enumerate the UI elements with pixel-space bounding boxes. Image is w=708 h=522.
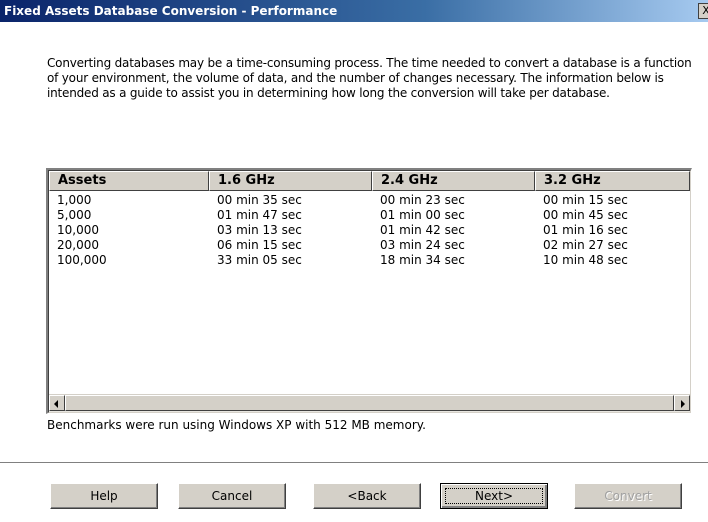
dialog-body: Converting databases may be a time-consu… <box>0 22 708 522</box>
performance-table: Assets 1.6 GHz 2.4 GHz 3.2 GHz 1,000 00 … <box>46 168 692 414</box>
intro-text: Converting databases may be a time-consu… <box>47 56 692 100</box>
cell-assets: 5,000 <box>57 208 92 222</box>
cell-1-6-ghz: 00 min 35 sec <box>217 193 302 207</box>
convert-button[interactable]: Convert <box>574 483 682 509</box>
scroll-right-arrow-icon[interactable] <box>674 395 690 411</box>
table-row[interactable]: 5,000 01 min 47 sec 01 min 00 sec 00 min… <box>49 208 690 223</box>
benchmark-note: Benchmarks were run using Windows XP wit… <box>47 418 426 432</box>
cell-2-4-ghz: 01 min 00 sec <box>380 208 465 222</box>
scrollbar-thumb[interactable] <box>65 395 674 411</box>
cell-2-4-ghz: 18 min 34 sec <box>380 253 465 267</box>
table-row[interactable]: 1,000 00 min 35 sec 00 min 23 sec 00 min… <box>49 193 690 208</box>
table-row[interactable]: 100,000 33 min 05 sec 18 min 34 sec 10 m… <box>49 253 690 268</box>
window-title: Fixed Assets Database Conversion - Perfo… <box>4 4 338 18</box>
column-header-3-2-ghz[interactable]: 3.2 GHz <box>535 171 690 191</box>
cell-3-2-ghz: 00 min 15 sec <box>543 193 628 207</box>
cell-3-2-ghz: 00 min 45 sec <box>543 208 628 222</box>
cancel-button[interactable]: Cancel <box>178 483 286 509</box>
title-bar: Fixed Assets Database Conversion - Perfo… <box>0 0 708 22</box>
horizontal-scrollbar[interactable] <box>49 394 690 412</box>
help-button[interactable]: Help <box>50 483 158 509</box>
cell-1-6-ghz: 33 min 05 sec <box>217 253 302 267</box>
cell-2-4-ghz: 03 min 24 sec <box>380 238 465 252</box>
cell-assets: 10,000 <box>57 223 99 237</box>
table-header: Assets 1.6 GHz 2.4 GHz 3.2 GHz <box>49 171 690 191</box>
cell-3-2-ghz: 02 min 27 sec <box>543 238 628 252</box>
button-separator <box>0 462 708 464</box>
next-button[interactable]: Next> <box>440 483 548 509</box>
scroll-left-arrow-icon[interactable] <box>49 395 65 411</box>
cell-3-2-ghz: 01 min 16 sec <box>543 223 628 237</box>
cell-assets: 100,000 <box>57 253 107 267</box>
column-header-assets[interactable]: Assets <box>49 171 209 191</box>
cell-assets: 20,000 <box>57 238 99 252</box>
cell-3-2-ghz: 10 min 48 sec <box>543 253 628 267</box>
table-body: 1,000 00 min 35 sec 00 min 23 sec 00 min… <box>49 193 690 268</box>
cell-1-6-ghz: 03 min 13 sec <box>217 223 302 237</box>
cell-assets: 1,000 <box>57 193 92 207</box>
column-header-1-6-ghz[interactable]: 1.6 GHz <box>209 171 372 191</box>
table-row[interactable]: 10,000 03 min 13 sec 01 min 42 sec 01 mi… <box>49 223 690 238</box>
back-button[interactable]: <Back <box>313 483 421 509</box>
cell-1-6-ghz: 01 min 47 sec <box>217 208 302 222</box>
column-header-2-4-ghz[interactable]: 2.4 GHz <box>372 171 535 191</box>
close-icon[interactable]: X <box>698 3 708 19</box>
cell-2-4-ghz: 01 min 42 sec <box>380 223 465 237</box>
cell-1-6-ghz: 06 min 15 sec <box>217 238 302 252</box>
cell-2-4-ghz: 00 min 23 sec <box>380 193 465 207</box>
table-row[interactable]: 20,000 06 min 15 sec 03 min 24 sec 02 mi… <box>49 238 690 253</box>
